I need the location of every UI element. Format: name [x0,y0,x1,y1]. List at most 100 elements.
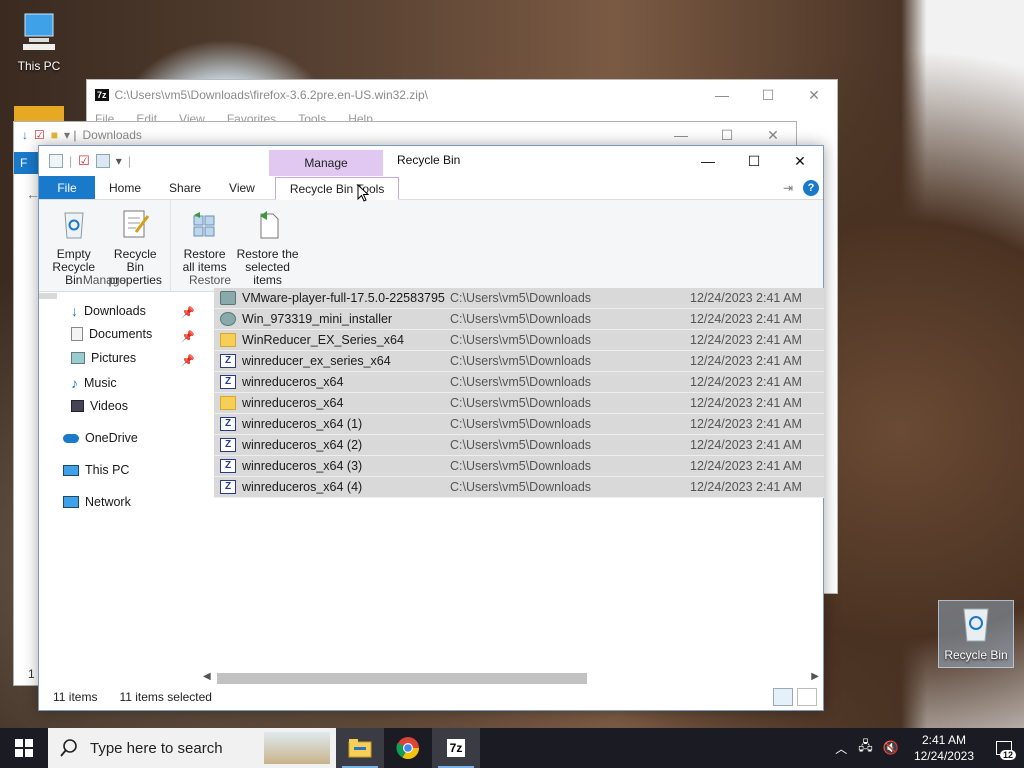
minimize-button[interactable]: — [685,146,731,176]
restore-all-icon [189,206,221,242]
nav-item-videos[interactable]: Videos [71,399,128,413]
tab-home[interactable]: Home [95,176,155,199]
tab-view[interactable]: View [215,176,269,199]
selected-count: 11 items selected [119,690,212,704]
downloads-file-tab-partial[interactable]: F [14,152,38,174]
maximize-button[interactable]: ☐ [731,146,777,176]
close-button[interactable]: ✕ [777,146,823,176]
vmware-installer-icon [220,291,236,305]
status-bar: 11 items 11 items selected [39,684,823,710]
videos-icon [71,400,84,412]
tab-recycle-bin-tools[interactable]: Recycle Bin Tools [274,177,400,200]
zip-icon: Z [220,375,236,389]
folder-icon [220,333,236,347]
table-row[interactable]: Z winreduceros_x64 (4) C:\Users\vm5\Down… [214,477,824,498]
clock[interactable]: 2:41 AM 12/24/2023 [904,732,984,764]
notification-count-badge: 12 [999,750,1016,760]
zip-icon: Z [220,417,236,431]
nav-item-documents[interactable]: Documents [71,327,152,341]
table-row[interactable]: Win_973319_mini_installer C:\Users\vm5\D… [214,309,824,330]
search-placeholder: Type here to search [90,739,223,757]
download-arrow-icon: ↓ [22,128,28,142]
nav-selection-edge [39,293,57,299]
help-icon[interactable]: ? [803,180,819,196]
folder-icon [220,396,236,410]
mouse-cursor-icon [357,184,369,202]
7zip-close-button[interactable]: ✕ [791,80,837,110]
nav-item-pictures[interactable]: Pictures [71,351,136,365]
tab-share[interactable]: Share [155,176,215,199]
pictures-icon [71,352,85,364]
tray-expand-icon[interactable]: ︿ [829,740,853,757]
taskbar-file-explorer[interactable] [336,728,384,768]
nav-item-this-pc[interactable]: This PC [63,463,129,477]
file-list: VMware-player-full-17.5.0-22583795 C:\Us… [214,288,824,498]
table-row[interactable]: Z winreduceros_x64 C:\Users\vm5\Download… [214,372,824,393]
scroll-right-arrow-icon[interactable]: ▶ [811,671,819,682]
pin-icon[interactable]: 📌 [181,354,195,367]
7zip-app-icon: 7z [95,89,109,101]
file-explorer-icon [348,739,372,758]
restore-group-label: Restore [188,273,232,287]
nav-item-music[interactable]: ♪ Music [71,375,117,391]
onedrive-cloud-icon [63,433,79,443]
scroll-left-arrow-icon[interactable]: ◀ [203,671,211,682]
desktop-recycle-bin[interactable]: Recycle Bin [938,600,1014,668]
scrollbar-thumb[interactable] [217,673,587,684]
ribbon: Empty Recycle Bin Recycle Bin properties… [39,200,823,292]
table-row[interactable]: WinReducer_EX_Series_x64 C:\Users\vm5\Do… [214,330,824,351]
nav-item-downloads[interactable]: ↓ Downloads [71,303,146,319]
7zip-icon: 7z [446,739,466,757]
7zip-minimize-button[interactable]: — [699,80,745,110]
quick-access-toolbar: | ☑ ▾ | [39,153,131,169]
nav-item-network[interactable]: Network [63,495,131,509]
taskbar-7zip[interactable]: 7z [432,728,480,768]
installer-icon [220,312,236,326]
network-icon [63,496,79,508]
monitor-icon [4,10,74,57]
this-pc-label: This PC [17,59,61,73]
pin-ribbon-icon[interactable]: ⇥ [783,181,793,195]
taskbar-search-box[interactable]: Type here to search [48,728,336,768]
clock-date: 12/24/2023 [913,749,974,763]
7zip-window-title: C:\Users\vm5\Downloads\firefox-3.6.2pre.… [114,88,428,102]
zip-icon: Z [220,459,236,473]
qat-properties-icon[interactable]: ☑ [78,153,90,169]
recycle-bin-small-icon [49,154,63,168]
windows-logo-icon [15,739,33,757]
zip-icon: Z [220,480,236,494]
chrome-icon [396,737,419,759]
taskbar-chrome[interactable] [384,728,432,768]
table-row[interactable]: Z winreduceros_x64 (1) C:\Users\vm5\Down… [214,414,824,435]
ribbon-tabs: File Home Share View Recycle Bin Tools ⇥… [39,176,823,200]
details-view-icon[interactable] [773,688,793,706]
pin-icon[interactable]: 📌 [181,330,195,343]
downloads-window-title: Downloads [82,128,142,142]
restore-group: Restore all items Restore the selected i… [171,200,305,291]
table-row[interactable]: Z winreduceros_x64 (2) C:\Users\vm5\Down… [214,435,824,456]
qat-new-folder-icon[interactable] [95,154,110,168]
tab-file[interactable]: File [39,176,95,199]
search-icon [60,739,77,757]
recycle-bin-icon [939,601,1013,646]
table-row[interactable]: Z winreducer_ex_series_x64 C:\Users\vm5\… [214,351,824,372]
notification-center-button[interactable]: 12 [984,728,1024,768]
system-tray: ︿ 🖧 🔇 2:41 AM 12/24/2023 12 [829,728,1024,768]
table-row[interactable]: VMware-player-full-17.5.0-22583795 C:\Us… [214,288,824,309]
nav-item-onedrive[interactable]: OneDrive [63,431,138,445]
qat-dropdown-icon[interactable]: ▾ [116,154,122,168]
start-button[interactable] [0,728,48,768]
7zip-maximize-button[interactable]: ☐ [745,80,791,110]
music-icon: ♪ [71,375,78,391]
manage-context-header: Manage [269,150,383,176]
table-row[interactable]: winreduceros_x64 C:\Users\vm5\Downloads … [214,393,824,414]
volume-muted-icon[interactable]: 🔇 [878,740,904,756]
network-tray-icon[interactable]: 🖧 [853,737,878,759]
pin-icon[interactable]: 📌 [181,306,195,319]
desktop-this-pc[interactable]: This PC [4,10,74,73]
zip-icon: Z [220,354,236,368]
large-icons-view-icon[interactable] [797,688,817,706]
recycle-bin-window[interactable]: | ☑ ▾ | Manage Recycle Bin — ☐ ✕ File Ho… [38,145,824,711]
table-row[interactable]: Z winreduceros_x64 (3) C:\Users\vm5\Down… [214,456,824,477]
empty-bin-icon [58,206,90,242]
